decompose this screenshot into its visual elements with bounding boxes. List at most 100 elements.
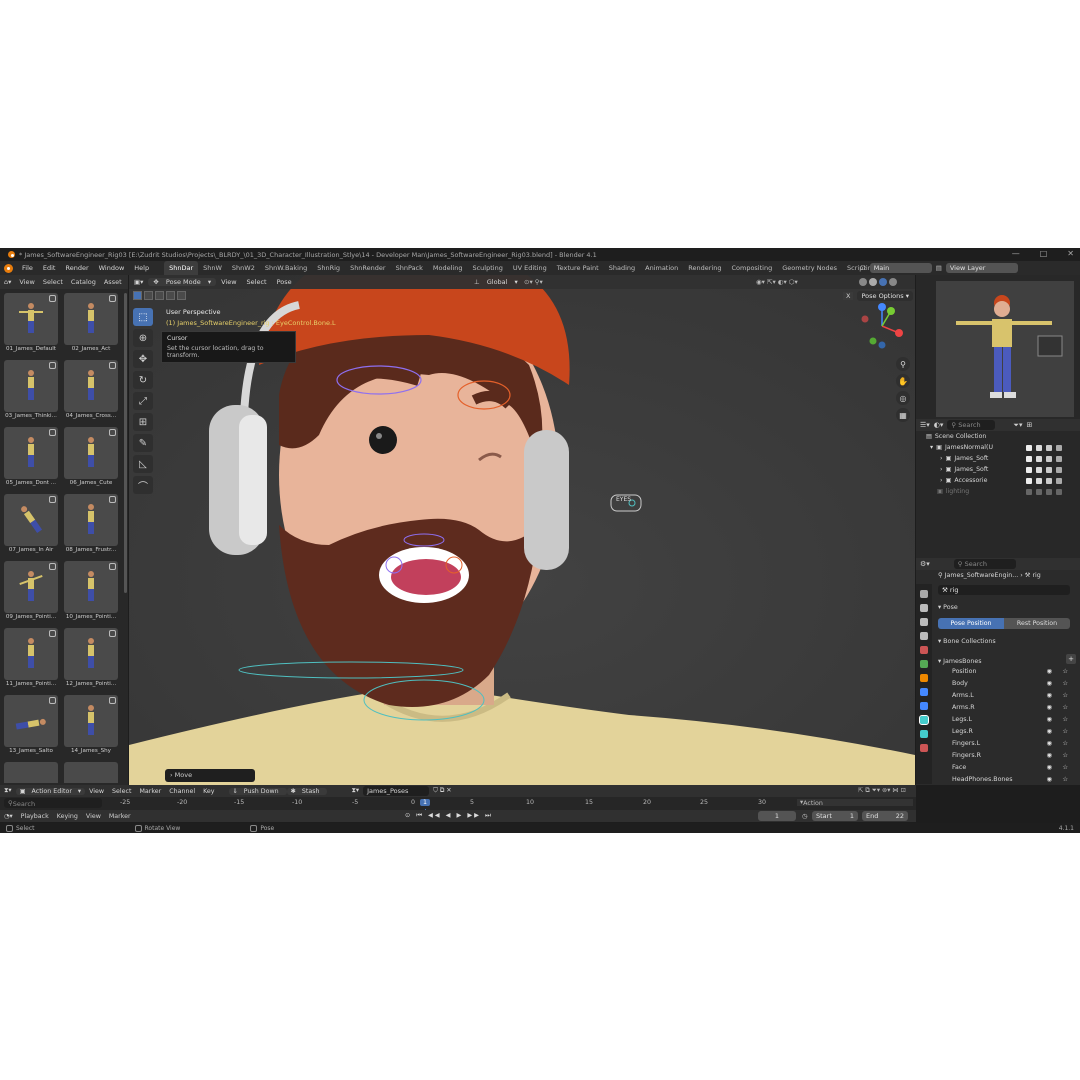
solo-star-icon[interactable]: ☆: [1062, 678, 1068, 690]
transform-tool-icon[interactable]: ⊞: [133, 413, 153, 431]
relax-tool-icon[interactable]: ⌒: [133, 476, 153, 494]
solo-star-icon[interactable]: ☆: [1062, 690, 1068, 702]
outliner-item[interactable]: ▣ lighting: [916, 486, 1080, 497]
pivot-snap-icons[interactable]: ⊙▾ ⚲▾: [519, 278, 548, 286]
solo-star-icon[interactable]: ☆: [1062, 774, 1068, 786]
asset-tile[interactable]: 06_James_Cute: [64, 427, 118, 489]
visibility-eye-icon[interactable]: ◉: [1047, 678, 1053, 690]
viewport-menu-select[interactable]: Select: [242, 278, 272, 286]
visibility-eye-icon[interactable]: ◉: [1047, 726, 1053, 738]
output-tab-icon[interactable]: [920, 618, 928, 626]
viewport-menu-view[interactable]: View: [216, 278, 241, 286]
solo-star-icon[interactable]: ☆: [1062, 762, 1068, 774]
asset-menu-view[interactable]: View: [15, 278, 38, 286]
select-box-icon[interactable]: [133, 291, 142, 300]
asset-tile[interactable]: 03_James_Thinki...: [4, 360, 58, 422]
timeline-menu-view[interactable]: View: [82, 813, 105, 820]
scene-icon[interactable]: ⎔: [860, 264, 866, 272]
ds-menu-view[interactable]: View: [85, 788, 108, 795]
zoom-icon[interactable]: ⚲: [896, 357, 910, 371]
outliner-editor-icon[interactable]: ☰▾: [920, 421, 930, 429]
pose-position-button[interactable]: Pose Position: [938, 618, 1004, 629]
current-frame-field[interactable]: 1: [758, 811, 796, 821]
select-subtract-icon[interactable]: [155, 291, 164, 300]
menu-edit[interactable]: Edit: [38, 264, 61, 272]
bone-collection-row[interactable]: Arms.R ◉ ☆: [952, 702, 1072, 714]
texture-tab-icon[interactable]: [920, 744, 928, 752]
bone-collection-row[interactable]: Fingers.L ◉ ☆: [952, 738, 1072, 750]
bone-collection-row[interactable]: Position ◉ ☆: [952, 666, 1072, 678]
modifier-tab-icon[interactable]: [920, 688, 928, 696]
pan-hand-icon[interactable]: ✋: [896, 374, 910, 388]
asset-tile[interactable]: [64, 762, 118, 783]
tab-geometry-nodes[interactable]: Geometry Nodes: [777, 264, 842, 272]
rest-position-button[interactable]: Rest Position: [1004, 618, 1070, 629]
ds-search-field[interactable]: ⚲ Search: [4, 798, 102, 808]
transform-orientation[interactable]: ⊥ Global ▾: [469, 278, 523, 286]
playback-controls[interactable]: ⊙ ⏮ ◀◀ ◀ ▶ ▶▶ ⏭: [405, 812, 493, 820]
tab-shnw2[interactable]: ShnW2: [227, 264, 260, 272]
3d-viewport[interactable]: EYES ▣▾ ✥ Pose Mode ▾ View Select Pose ⊥…: [129, 275, 915, 785]
bone-collection-row[interactable]: Face ◉ ☆: [952, 762, 1072, 774]
outliner-search[interactable]: ⚲ Search: [947, 420, 996, 430]
frame-ruler[interactable]: ⚲ Search -25 -20 -15 -10 -5 0 1 5 10 15 …: [0, 798, 916, 809]
ds-menu-key[interactable]: Key: [199, 788, 218, 795]
bone-collection-row[interactable]: HeadPhones.Bones ◉ ☆: [952, 774, 1072, 786]
timeline-editor-icon[interactable]: ◔▾: [0, 813, 17, 820]
outliner-funnel-icon[interactable]: ⏷▾: [1013, 421, 1022, 430]
bone-collections-header[interactable]: ▾ Bone Collections: [938, 638, 996, 645]
overlay-icons[interactable]: ◉▾ ⇱▾ ◐▾ ⬡▾: [751, 278, 803, 286]
menu-help[interactable]: Help: [129, 264, 154, 272]
tab-sculpting[interactable]: Sculpting: [467, 264, 507, 272]
tab-shading[interactable]: Shading: [604, 264, 640, 272]
asset-tile[interactable]: 09_James_Pointi...: [4, 561, 58, 623]
properties-search[interactable]: ⚲ Search: [953, 559, 1016, 569]
blender-menu-icon[interactable]: [4, 263, 13, 273]
tab-animation[interactable]: Animation: [640, 264, 683, 272]
pose-options-dropdown[interactable]: Pose Options ▾: [857, 291, 913, 301]
action-name-field[interactable]: James_Poses: [363, 786, 430, 796]
action-selector[interactable]: ⧗▾: [347, 787, 363, 795]
x-mirror-button[interactable]: X: [843, 292, 854, 300]
asset-tile[interactable]: 04_James_Cross...: [64, 360, 118, 422]
last-operator-panel[interactable]: › Move: [165, 769, 255, 782]
visibility-eye-icon[interactable]: ◉: [1047, 666, 1053, 678]
move-tool-icon[interactable]: ✥: [133, 350, 153, 368]
menu-file[interactable]: File: [17, 264, 38, 272]
solo-star-icon[interactable]: ☆: [1062, 702, 1068, 714]
visibility-eye-icon[interactable]: ◉: [1047, 750, 1053, 762]
select-intersect-icon[interactable]: [177, 291, 186, 300]
render-tab-icon[interactable]: [920, 604, 928, 612]
tab-uv-editing[interactable]: UV Editing: [508, 264, 552, 272]
solo-star-icon[interactable]: ☆: [1062, 726, 1068, 738]
asset-tile[interactable]: 10_James_Pointi...: [64, 561, 118, 623]
asset-tile[interactable]: [4, 762, 58, 783]
stash-button[interactable]: ✱ Stash: [286, 787, 328, 795]
visibility-eye-icon[interactable]: ◉: [1047, 690, 1053, 702]
close-icon[interactable]: ✕: [1067, 249, 1074, 258]
editor-mode-dropdown[interactable]: ▣ Action Editor ▾: [15, 787, 86, 795]
bone-collection-row[interactable]: Arms.L ◉ ☆: [952, 690, 1072, 702]
asset-tile[interactable]: 11_James_Pointi...: [4, 628, 58, 690]
editor-type-icon[interactable]: ⌂▾: [0, 278, 15, 286]
asset-tile[interactable]: 05_James_Dont ...: [4, 427, 58, 489]
outliner-filter-icon[interactable]: ◐▾: [934, 421, 944, 429]
outliner-item[interactable]: › ▣ Accessorie: [916, 475, 1080, 486]
visibility-eye-icon[interactable]: ◉: [1047, 774, 1053, 786]
tab-shnrender[interactable]: ShnRender: [345, 264, 391, 272]
cursor-tool-icon[interactable]: ⊕: [133, 329, 153, 347]
asset-menu-select[interactable]: Select: [39, 278, 67, 286]
asset-tile[interactable]: 12_James_Pointi...: [64, 628, 118, 690]
asset-tile[interactable]: 01_James_Default: [4, 293, 58, 355]
add-bone-collection-button[interactable]: +: [1066, 654, 1076, 664]
scene-tab-icon[interactable]: [920, 646, 928, 654]
measure-tool-icon[interactable]: ◺: [133, 455, 153, 473]
properties-editor-icon[interactable]: ⚙▾: [920, 560, 930, 568]
asset-tile[interactable]: 08_James_Frustr...: [64, 494, 118, 556]
select-box-tool-icon[interactable]: ⬚: [133, 308, 153, 326]
visibility-eye-icon[interactable]: ◉: [1047, 714, 1053, 726]
tab-shndar[interactable]: ShnDar: [164, 261, 199, 275]
ds-menu-marker[interactable]: Marker: [135, 788, 165, 795]
start-frame-field[interactable]: Start 1: [812, 811, 858, 821]
maximize-icon[interactable]: □: [1040, 249, 1048, 258]
